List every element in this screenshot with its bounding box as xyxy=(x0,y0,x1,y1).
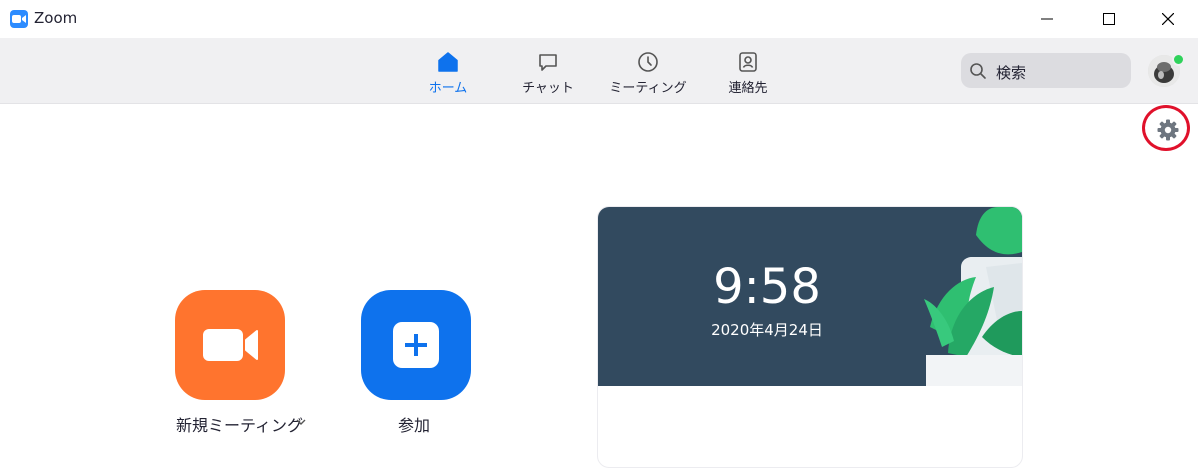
clock-banner: 9:58 2020年4月24日 xyxy=(598,207,1022,386)
minimize-icon xyxy=(1041,18,1053,20)
tab-contacts-label: 連絡先 xyxy=(728,81,768,96)
chevron-down-icon[interactable] xyxy=(295,416,307,428)
gear-icon xyxy=(1157,119,1179,141)
tab-meeting-label: ミーティング xyxy=(609,81,687,96)
video-camera-icon xyxy=(203,329,258,361)
join-label: 参加 xyxy=(398,416,431,435)
tab-chat[interactable]: チャット xyxy=(503,50,593,98)
title-bar: Zoom xyxy=(0,0,1198,38)
clock-time: 9:58 xyxy=(713,259,821,315)
join-button[interactable] xyxy=(361,290,471,400)
new-meeting-button[interactable] xyxy=(175,290,285,400)
window-title: Zoom xyxy=(34,9,78,27)
chat-icon xyxy=(539,54,557,71)
search-placeholder: 検索 xyxy=(996,64,1027,82)
clock-date: 2020年4月24日 xyxy=(711,321,823,339)
tab-contacts[interactable]: 連絡先 xyxy=(703,50,793,98)
contacts-icon xyxy=(739,52,757,72)
presence-indicator xyxy=(1172,53,1185,66)
close-button[interactable] xyxy=(1145,0,1191,38)
search-input[interactable]: 検索 xyxy=(961,53,1131,88)
close-icon xyxy=(1162,13,1174,25)
tab-meeting[interactable]: ミーティング xyxy=(603,50,693,98)
tab-home[interactable]: ホーム xyxy=(403,50,493,98)
nav-bar: ホーム チャット ミーティング 連絡先 検索 xyxy=(0,38,1198,104)
tab-home-label: ホーム xyxy=(428,81,468,96)
tab-chat-label: チャット xyxy=(522,81,574,96)
clock-icon xyxy=(638,52,658,72)
plus-icon xyxy=(393,322,439,368)
maximize-icon xyxy=(1103,13,1115,25)
minimize-button[interactable] xyxy=(1024,0,1070,38)
maximize-button[interactable] xyxy=(1086,0,1132,38)
clock-card: 9:58 2020年4月24日 xyxy=(597,206,1023,468)
zoom-logo-icon xyxy=(10,10,28,28)
home-icon xyxy=(438,52,458,72)
search-icon xyxy=(970,63,986,79)
new-meeting-label: 新規ミーティング xyxy=(176,416,304,435)
settings-button[interactable] xyxy=(1156,118,1180,142)
